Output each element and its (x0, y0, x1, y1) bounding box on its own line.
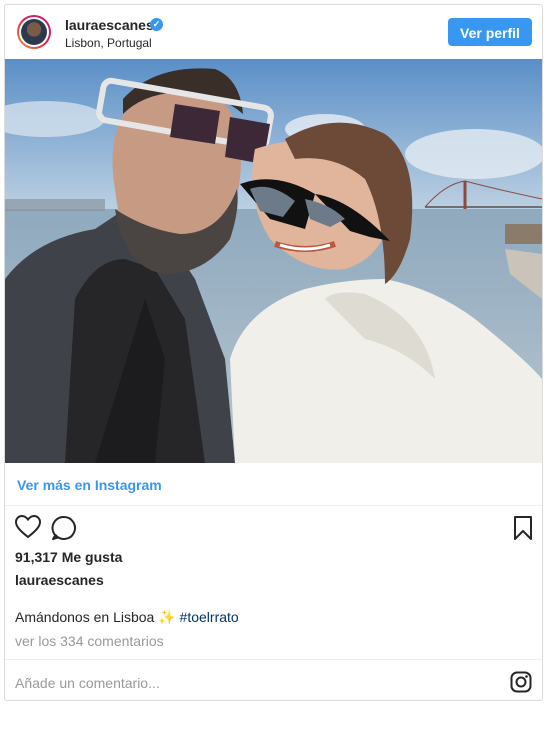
divider (5, 505, 542, 506)
caption-username[interactable]: lauraescanes (15, 572, 104, 588)
avatar[interactable] (17, 15, 51, 49)
verified-badge-icon: ✓ (150, 18, 163, 31)
caption-text: Amándonos en Lisboa ✨ (15, 609, 176, 625)
post-photo-image (5, 59, 542, 463)
view-profile-button[interactable]: Ver perfil (448, 18, 532, 46)
instagram-logo-icon[interactable] (510, 671, 532, 698)
likes-count[interactable]: 91,317 Me gusta (15, 549, 122, 565)
add-comment-field[interactable]: Añade un comentario... (15, 675, 160, 691)
post-caption: Amándonos en Lisboa ✨ #toelrrato (15, 609, 239, 626)
post-photo[interactable] (5, 59, 542, 463)
divider (5, 659, 542, 660)
post-location[interactable]: Lisbon, Portugal (65, 36, 152, 50)
post-username[interactable]: lauraescanes (65, 17, 154, 33)
view-more-link[interactable]: Ver más en Instagram (17, 477, 162, 493)
bookmark-icon[interactable] (513, 515, 533, 546)
heart-icon[interactable] (14, 514, 42, 544)
view-comments-link[interactable]: ver los 334 comentarios (15, 633, 164, 649)
instagram-embed-card: lauraescanes ✓ Lisbon, Portugal Ver perf… (4, 4, 543, 701)
post-header: lauraescanes ✓ Lisbon, Portugal Ver perf… (5, 5, 542, 59)
hashtag-link[interactable]: #toelrrato (180, 609, 239, 625)
comment-icon[interactable] (51, 515, 77, 546)
